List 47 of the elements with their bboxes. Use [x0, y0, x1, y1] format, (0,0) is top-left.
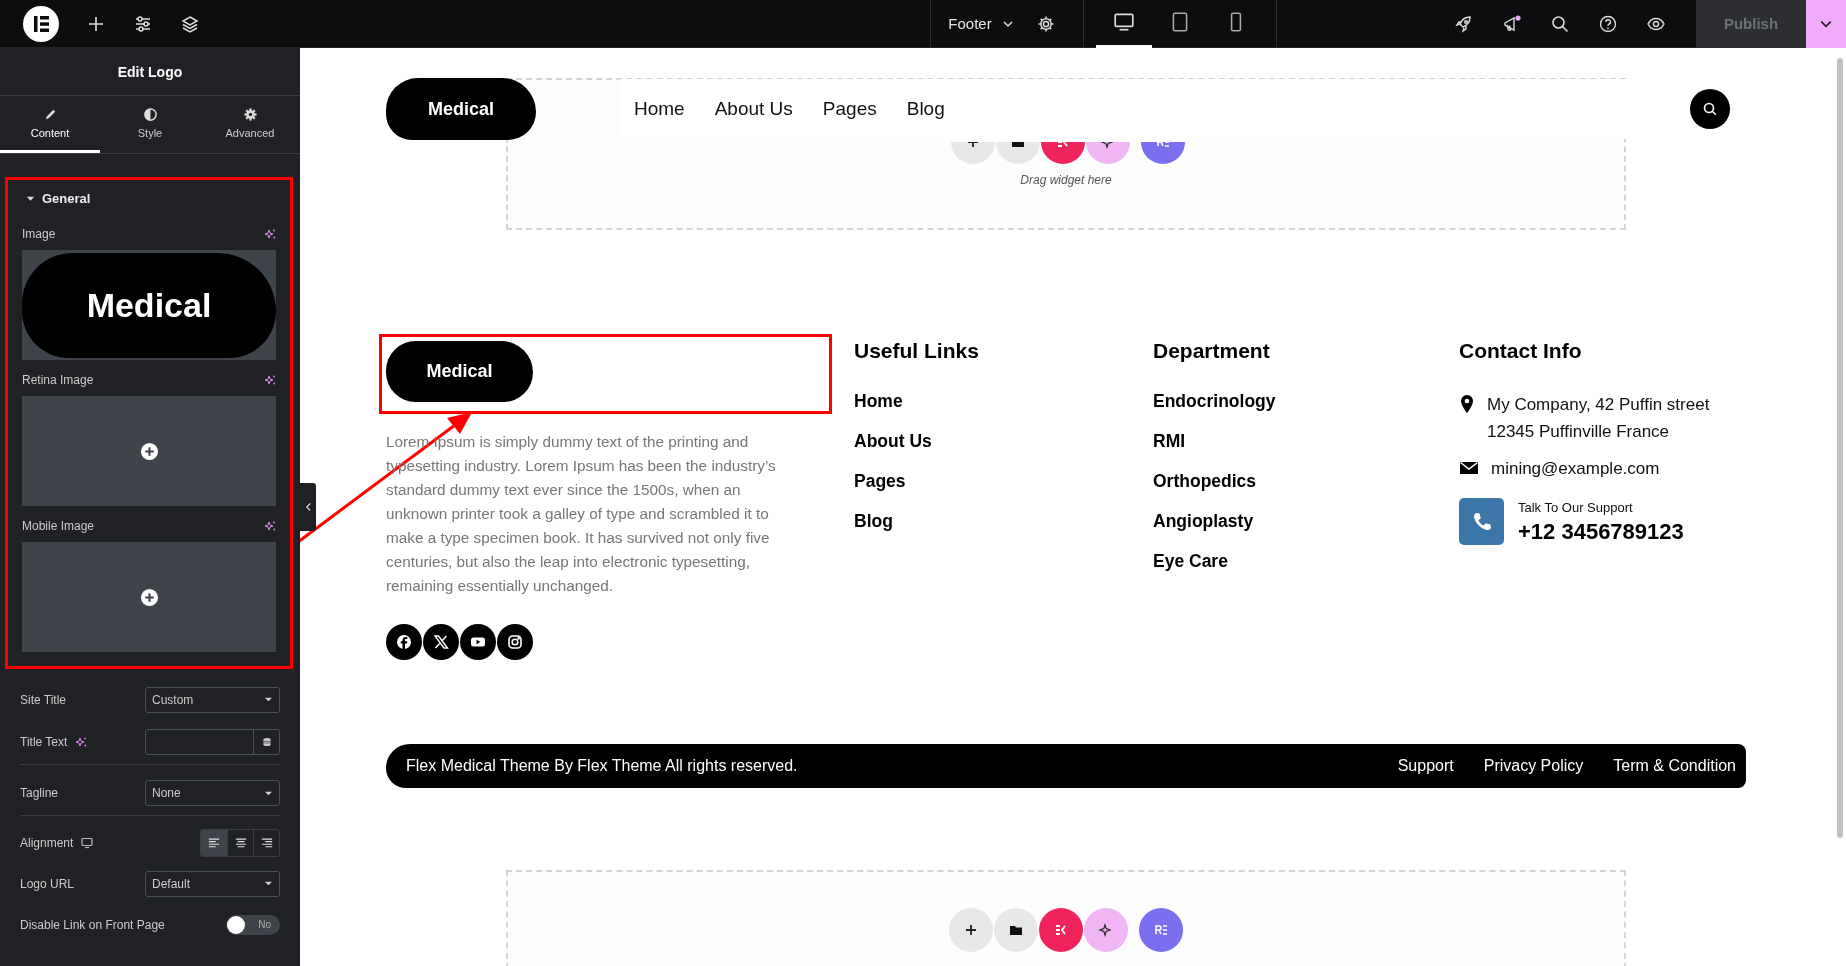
footer-link[interactable]: Eye Care — [1153, 551, 1459, 591]
site-logo[interactable]: Medical — [386, 78, 536, 140]
nav-link[interactable]: Home — [634, 98, 685, 120]
dropdown[interactable]: None — [145, 780, 280, 806]
footer-link[interactable]: Term & Condition — [1613, 757, 1736, 775]
image-picker[interactable]: Medical — [22, 250, 276, 360]
column-heading: Contact Info — [1459, 339, 1583, 363]
column-heading: Department — [1153, 339, 1271, 363]
footer-link[interactable]: About Us — [854, 431, 1153, 471]
field-label: Site Title — [20, 692, 67, 707]
footer-link[interactable]: Privacy Policy — [1483, 757, 1584, 775]
support-label: Talk To Our Support — [1518, 500, 1634, 515]
field-label: Tagline — [20, 786, 59, 800]
column-heading: Useful Links — [854, 339, 980, 363]
footer-link[interactable]: RMI — [1153, 431, 1459, 471]
footer-link[interactable]: Pages — [854, 471, 1153, 511]
toggle-switch[interactable]: No — [226, 914, 280, 935]
section-header[interactable]: General — [22, 182, 276, 214]
drop-hint: Drag widget here — [1019, 173, 1113, 187]
panel-tab[interactable]: Style — [100, 96, 200, 153]
nav-link[interactable]: Pages — [822, 98, 877, 120]
document-selector[interactable]: Footer — [930, 0, 1028, 48]
field-label: Image — [22, 227, 56, 241]
panel-tab[interactable]: Content — [0, 96, 100, 153]
field-label: Disable Link on Front Page — [20, 917, 165, 932]
field-label: Title Text — [20, 735, 68, 749]
email-link[interactable]: mining@example.com — [1491, 455, 1660, 482]
footer-link[interactable]: Support — [1397, 757, 1454, 775]
dropdown[interactable]: Custom — [145, 686, 280, 713]
field-label: Logo URL — [20, 876, 75, 891]
panel-tab[interactable]: Advanced — [200, 96, 300, 153]
phone-number: +12 3456789123 — [1518, 519, 1684, 545]
address-line: My Company, 42 Puffin street — [1487, 394, 1710, 416]
field-label: Mobile Image — [22, 519, 95, 533]
site-logo[interactable]: Medical — [386, 341, 533, 402]
copyright-text: Flex Medical Theme By Flex Theme All rights reserved. — [406, 757, 798, 775]
footer-link[interactable]: Home — [854, 391, 1153, 431]
footer-link[interactable]: Endocrinology — [1153, 391, 1459, 431]
nav-link[interactable]: Blog — [906, 98, 945, 120]
field-label: Alignment — [20, 835, 74, 850]
nav-link[interactable]: About Us — [714, 98, 793, 120]
footer-link[interactable]: Blog — [854, 511, 1153, 551]
footer-link[interactable]: Angioplasty — [1153, 511, 1459, 551]
dropdown[interactable]: Default — [145, 870, 280, 897]
field-label: Retina Image — [22, 373, 94, 387]
address-line: 12345 Puffinville France — [1487, 421, 1671, 443]
footer-link[interactable]: Orthopedics — [1153, 471, 1459, 511]
